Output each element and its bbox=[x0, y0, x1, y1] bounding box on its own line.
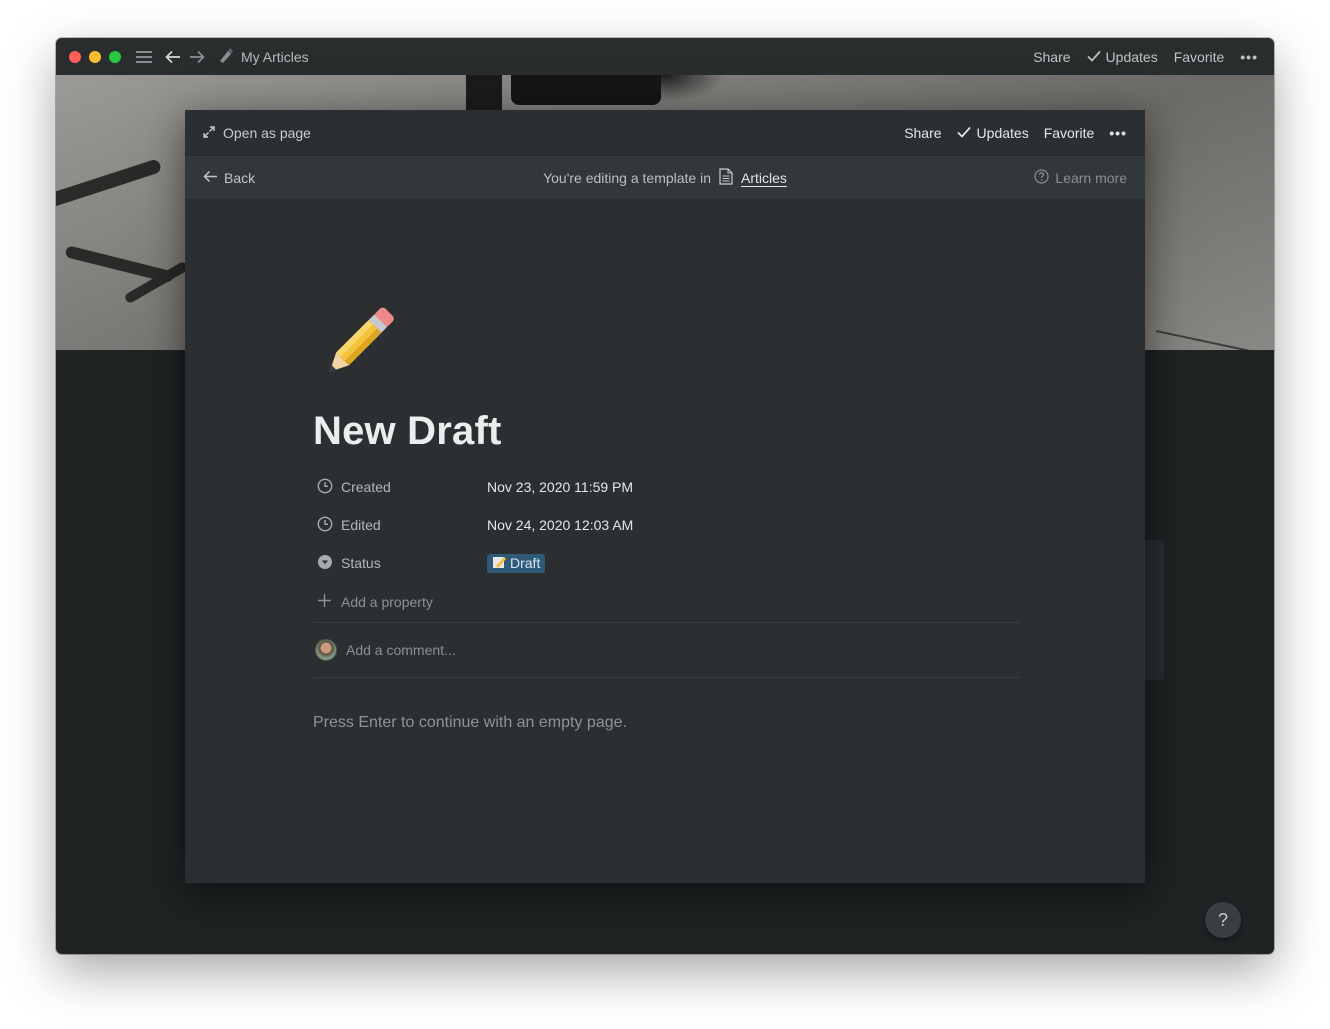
add-property-label: Add a property bbox=[341, 594, 433, 610]
clock-icon bbox=[317, 516, 333, 535]
breadcrumb-title: My Articles bbox=[241, 48, 309, 65]
share-button[interactable]: Share bbox=[1033, 49, 1070, 65]
open-as-page-button[interactable]: Open as page bbox=[203, 125, 311, 141]
question-circle-icon bbox=[1034, 168, 1050, 187]
maximize-window-button[interactable] bbox=[109, 50, 121, 63]
expand-icon bbox=[203, 125, 215, 141]
property-name: Edited bbox=[341, 517, 381, 533]
add-property-button[interactable]: Add a property bbox=[313, 582, 1019, 622]
comment-placeholder: Add a comment... bbox=[346, 642, 456, 658]
fountain-pen-icon bbox=[217, 46, 235, 67]
modal-updates-button[interactable]: Updates bbox=[956, 124, 1029, 141]
back-button[interactable]: Back bbox=[203, 170, 255, 186]
property-created[interactable]: Created Nov 23, 2020 11:59 PM bbox=[313, 468, 1019, 506]
titlebar-actions: Share Updates Favorite ••• bbox=[1033, 49, 1258, 65]
document-icon bbox=[719, 167, 733, 188]
property-value: Nov 24, 2020 12:03 AM bbox=[487, 517, 634, 533]
page-content: New Draft Created Nov 23, 2020 11:59 PM … bbox=[313, 297, 1019, 732]
learn-more-label: Learn more bbox=[1055, 169, 1127, 186]
updates-label: Updates bbox=[1105, 48, 1158, 65]
learn-more-link[interactable]: Learn more bbox=[1034, 168, 1127, 187]
breadcrumb[interactable]: My Articles bbox=[217, 46, 309, 67]
updates-button[interactable]: Updates bbox=[1086, 48, 1158, 65]
checkmark-icon bbox=[956, 125, 971, 141]
page-title[interactable]: New Draft bbox=[313, 409, 1019, 454]
clock-icon bbox=[317, 478, 333, 497]
sidebar-toggle-icon[interactable] bbox=[135, 50, 153, 64]
open-as-page-label: Open as page bbox=[223, 124, 311, 141]
template-notice: You're editing a template in Articles bbox=[185, 167, 1145, 188]
property-list: Created Nov 23, 2020 11:59 PM Edited Nov… bbox=[313, 468, 1019, 622]
status-label: Draft bbox=[510, 555, 541, 571]
forward-arrow-icon[interactable] bbox=[189, 50, 205, 64]
window-controls bbox=[69, 50, 121, 63]
pencil-paper-icon bbox=[492, 555, 507, 572]
checkmark-icon bbox=[1086, 49, 1101, 65]
back-arrow-icon bbox=[203, 170, 218, 186]
modal-share-button[interactable]: Share bbox=[904, 125, 941, 141]
status-badge[interactable]: Draft bbox=[487, 553, 546, 573]
property-status[interactable]: Status Draft bbox=[313, 544, 1019, 582]
template-notice-text: You're editing a template in bbox=[543, 169, 712, 186]
plus-icon bbox=[317, 593, 332, 611]
close-window-button[interactable] bbox=[69, 50, 81, 63]
modal-actions: Share Updates Favorite ••• bbox=[904, 125, 1127, 141]
minimize-window-button[interactable] bbox=[89, 50, 101, 63]
favorite-button[interactable]: Favorite bbox=[1174, 49, 1225, 65]
modal-updates-label: Updates bbox=[976, 124, 1029, 141]
template-banner: Back You're editing a template in Articl… bbox=[185, 156, 1145, 199]
modal-more-options-icon[interactable]: ••• bbox=[1109, 125, 1127, 141]
articles-link[interactable]: Articles bbox=[741, 170, 787, 186]
comment-input[interactable]: Add a comment... bbox=[313, 623, 1019, 677]
property-edited[interactable]: Edited Nov 24, 2020 12:03 AM bbox=[313, 506, 1019, 544]
template-modal: Open as page Share Updates Favorite ••• … bbox=[185, 110, 1145, 883]
empty-page-hint[interactable]: Press Enter to continue with an empty pa… bbox=[313, 714, 1019, 732]
modal-favorite-button[interactable]: Favorite bbox=[1044, 125, 1095, 141]
help-button[interactable]: ? bbox=[1205, 902, 1241, 938]
more-options-icon[interactable]: ••• bbox=[1240, 49, 1258, 65]
back-arrow-icon[interactable] bbox=[165, 50, 181, 64]
divider bbox=[313, 677, 1019, 678]
pencil-icon[interactable] bbox=[313, 297, 403, 387]
title-bar: My Articles Share Updates Favorite ••• bbox=[56, 38, 1274, 75]
back-label: Back bbox=[224, 169, 256, 186]
select-icon bbox=[317, 554, 333, 573]
property-value: Nov 23, 2020 11:59 PM bbox=[487, 479, 634, 495]
modal-toolbar: Open as page Share Updates Favorite ••• bbox=[185, 110, 1145, 156]
avatar bbox=[315, 639, 337, 661]
property-name: Created bbox=[341, 479, 391, 495]
property-name: Status bbox=[341, 555, 381, 571]
